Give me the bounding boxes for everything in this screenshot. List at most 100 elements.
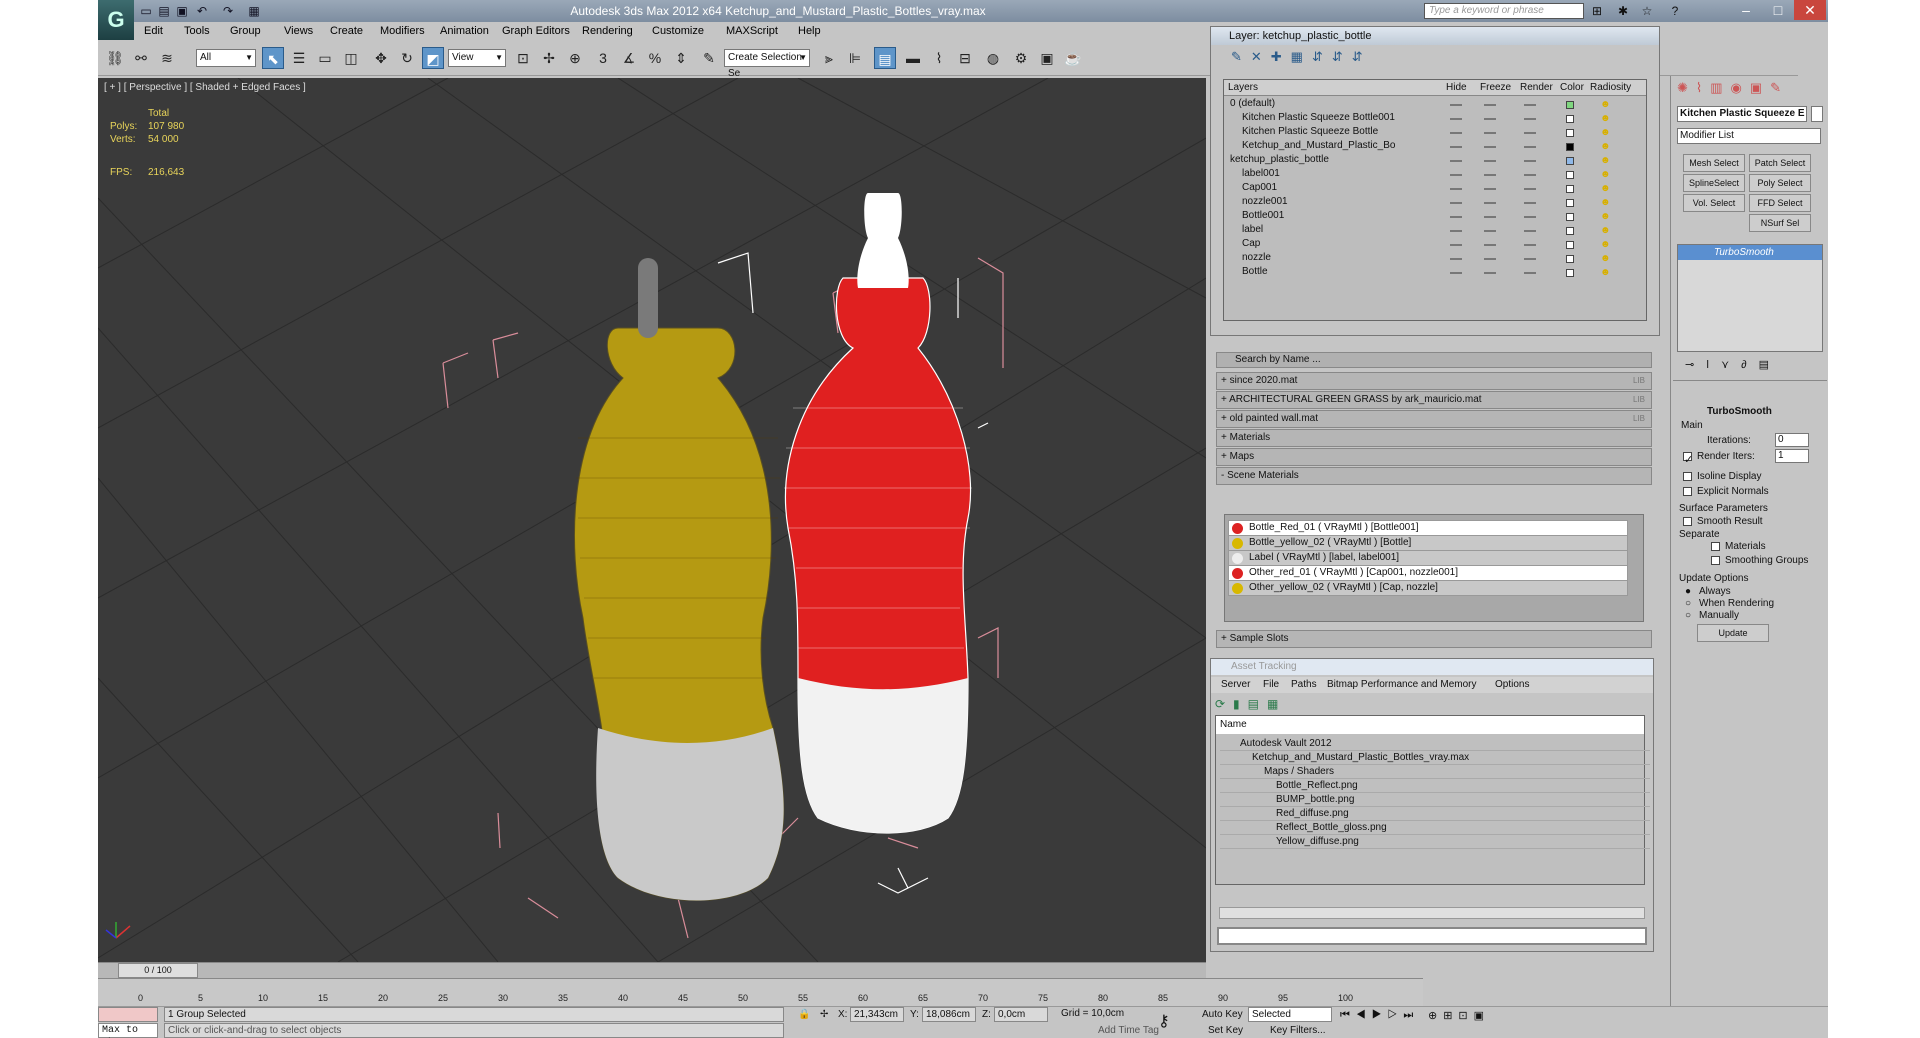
turbosmooth-rollout-title[interactable]: TurboSmooth: [1707, 406, 1772, 417]
asset-row[interactable]: Red_diffuse.png: [1220, 806, 1650, 821]
ref-coord-dropdown[interactable]: View: [448, 49, 506, 67]
radiosity-icon[interactable]: ☻: [1600, 239, 1611, 250]
menu-modifiers[interactable]: Modifiers: [380, 25, 425, 37]
layer-row[interactable]: nozzle ☻: [1224, 252, 1644, 266]
layer-toggle[interactable]: [1524, 272, 1536, 274]
layer-toggle[interactable]: [1524, 174, 1536, 176]
material-library-section[interactable]: + Maps: [1216, 448, 1652, 466]
viewport-nav-icons[interactable]: ⊕⊞⊡▣: [1428, 1009, 1490, 1022]
layer-toggle[interactable]: [1484, 244, 1496, 246]
explicit-normals-checkbox[interactable]: [1683, 487, 1692, 496]
project-icon[interactable]: ▦: [246, 3, 262, 19]
stack-tools-icons[interactable]: ⊸ǀ⋎∂▤: [1685, 358, 1781, 371]
layer-toggle[interactable]: [1450, 188, 1462, 190]
track-bar[interactable]: 0 5 10 15 20 25 30 35 40 45 50 55 60 65 70 75 80 85 90 95 10…: [98, 978, 1423, 1006]
layer-color-swatch[interactable]: [1566, 101, 1574, 109]
nsurf-select-button[interactable]: NSurf Sel: [1749, 214, 1811, 232]
time-slider[interactable]: 0 / 100: [98, 962, 1206, 978]
move-icon[interactable]: ✥: [370, 47, 392, 69]
set-key-button[interactable]: Set Key: [1208, 1025, 1243, 1036]
auto-key-button[interactable]: Auto Key: [1202, 1009, 1243, 1020]
radiosity-icon[interactable]: ☻: [1600, 253, 1611, 264]
sep-materials-checkbox[interactable]: [1711, 542, 1720, 551]
smooth-result-checkbox[interactable]: [1683, 517, 1692, 526]
render-teapot-icon[interactable]: ☕: [1062, 47, 1084, 69]
iterations-spinner[interactable]: 0: [1775, 433, 1809, 447]
mirror-icon[interactable]: ⫸: [818, 47, 840, 69]
app-logo-icon[interactable]: G: [98, 0, 134, 40]
asset-row[interactable]: Reflect_Bottle_gloss.png: [1220, 820, 1650, 835]
scene-material-item[interactable]: Label ( VRayMtl ) [label, label001]: [1228, 550, 1628, 566]
asset-menu-server[interactable]: Server: [1221, 679, 1250, 690]
select-object-icon[interactable]: ⬉: [262, 47, 284, 69]
pivot-icon[interactable]: ⊡: [512, 47, 534, 69]
object-color-swatch[interactable]: [1811, 106, 1823, 122]
layer-toggle[interactable]: [1484, 258, 1496, 260]
always-radio[interactable]: ●: [1685, 586, 1691, 597]
radiosity-icon[interactable]: ☻: [1600, 99, 1611, 110]
rendered-frame-icon[interactable]: ▣: [1036, 47, 1058, 69]
patch-select-button[interactable]: Patch Select: [1749, 154, 1811, 172]
layer-color-swatch[interactable]: [1566, 171, 1574, 179]
perspective-viewport[interactable]: [ + ] [ Perspective ] [ Shaded + Edged F…: [98, 78, 1206, 962]
radiosity-icon[interactable]: ☻: [1600, 183, 1611, 194]
layer-toggle[interactable]: [1524, 146, 1536, 148]
layer-toggle[interactable]: [1524, 118, 1536, 120]
select-manipulate-icon[interactable]: ✢: [538, 47, 560, 69]
transform-mode-icon[interactable]: ✢: [820, 1009, 828, 1020]
layer-toggle[interactable]: [1450, 160, 1462, 162]
layer-row[interactable]: Bottle ☻: [1224, 266, 1644, 280]
layer-color-swatch[interactable]: [1566, 115, 1574, 123]
radiosity-icon[interactable]: ☻: [1600, 155, 1611, 166]
align-icon[interactable]: ⊫: [844, 47, 866, 69]
layer-toggle[interactable]: [1484, 146, 1496, 148]
edit-named-selection-icon[interactable]: ✎: [698, 47, 720, 69]
y-field[interactable]: 18,086cm: [922, 1007, 976, 1022]
add-time-tag[interactable]: Add Time Tag: [1098, 1025, 1159, 1036]
radiosity-icon[interactable]: ☻: [1600, 197, 1611, 208]
layer-toggle[interactable]: [1524, 160, 1536, 162]
layer-row[interactable]: ketchup_plastic_bottle ☻: [1224, 154, 1644, 168]
maxscript-listener[interactable]: [98, 1007, 158, 1022]
rect-selection-icon[interactable]: ▭: [314, 47, 336, 69]
material-editor-icon[interactable]: ◍: [982, 47, 1004, 69]
render-iters-spinner[interactable]: 1: [1775, 449, 1809, 463]
isoline-checkbox[interactable]: [1683, 472, 1692, 481]
menu-help[interactable]: Help: [798, 25, 821, 37]
layer-color-swatch[interactable]: [1566, 241, 1574, 249]
window-crossing-icon[interactable]: ◫: [340, 47, 362, 69]
layer-toggle[interactable]: [1484, 272, 1496, 274]
radiosity-icon[interactable]: ☻: [1600, 113, 1611, 124]
asset-menu-file[interactable]: File: [1263, 679, 1279, 690]
layer-row[interactable]: Kitchen Plastic Squeeze Bottle001 ☻: [1224, 112, 1644, 126]
sample-slots-section[interactable]: + Sample Slots: [1216, 630, 1652, 648]
menu-graph-editors[interactable]: Graph Editors: [502, 25, 570, 37]
menu-rendering[interactable]: Rendering: [582, 25, 633, 37]
asset-menu-options[interactable]: Options: [1495, 679, 1529, 690]
layer-toggle[interactable]: [1450, 146, 1462, 148]
layer-color-swatch[interactable]: [1566, 269, 1574, 277]
layer-row[interactable]: Ketchup_and_Mustard_Plastic_Bo ☻: [1224, 140, 1644, 154]
layer-toggle[interactable]: [1450, 216, 1462, 218]
layer-color-swatch[interactable]: [1566, 129, 1574, 137]
layer-toggle[interactable]: [1484, 174, 1496, 176]
link-icon[interactable]: ⛓: [104, 47, 126, 69]
layer-row[interactable]: Bottle001 ☻: [1224, 210, 1644, 224]
menu-maxscript[interactable]: MAXScript: [726, 25, 778, 37]
graphite-ribbon-icon[interactable]: ▬: [902, 47, 924, 69]
minimize-button[interactable]: –: [1730, 0, 1762, 20]
material-library-section[interactable]: + old painted wall.mat LIB: [1216, 410, 1652, 428]
material-library-section[interactable]: + Materials: [1216, 429, 1652, 447]
asset-row[interactable]: Autodesk Vault 2012: [1220, 736, 1650, 751]
when-rendering-radio[interactable]: ○: [1685, 598, 1691, 609]
command-tabs-icons[interactable]: ✺⌇▥◉▣✎: [1677, 80, 1789, 96]
asset-path-field[interactable]: [1217, 927, 1647, 945]
asset-row[interactable]: Bottle_Reflect.png: [1220, 778, 1650, 793]
layer-color-swatch[interactable]: [1566, 185, 1574, 193]
scene-material-item[interactable]: Bottle_Red_01 ( VRayMtl ) [Bottle001]: [1228, 520, 1628, 536]
layer-toggle[interactable]: [1524, 188, 1536, 190]
close-button[interactable]: ✕: [1794, 0, 1826, 20]
undo-icon[interactable]: ↶: [194, 3, 210, 19]
layer-toggle[interactable]: [1450, 258, 1462, 260]
layer-toggle[interactable]: [1450, 272, 1462, 274]
